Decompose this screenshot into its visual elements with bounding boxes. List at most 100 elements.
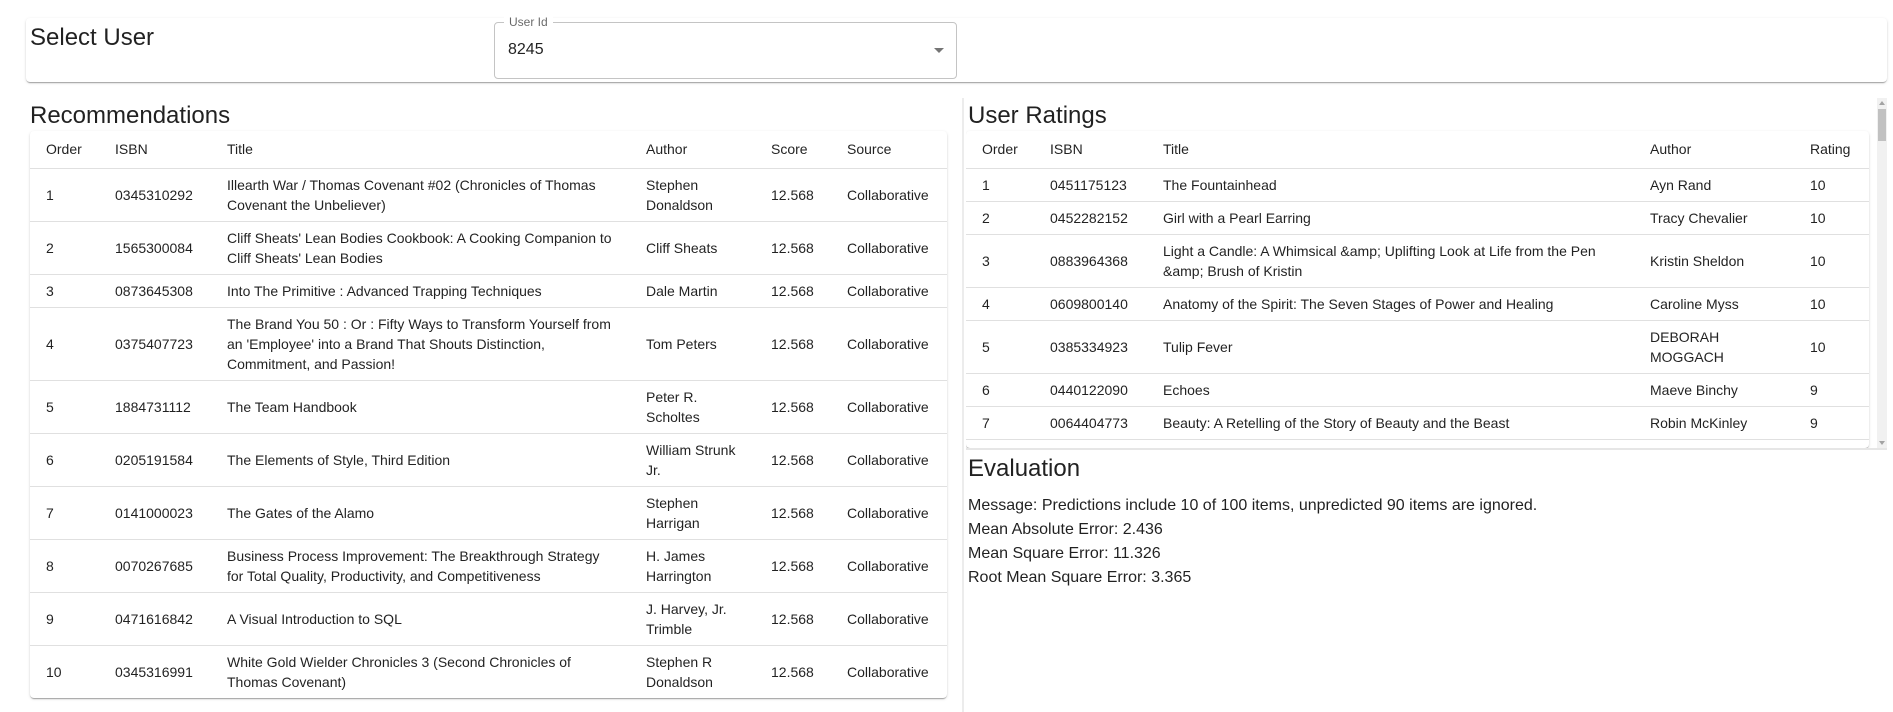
cell-source: Collaborative [831,645,947,698]
cell-order: 3 [966,234,1034,288]
table-row: 1 0345310292 Illearth War / Thomas Covenan… [30,168,947,222]
cell-score: 12.568 [755,539,831,593]
user-id-select[interactable]: User Id 8245 [494,15,957,79]
cell-isbn: 0452282152 [1034,201,1147,235]
table-row: 1 0451175123 The Fountainhead Ayn Rand 10 [966,168,1869,202]
cell-isbn: 1565300084 [99,221,211,275]
evaluation-title: Evaluation [968,455,1081,482]
table-row: 2 0452282152 Girl with a Pearl Earring Trac… [966,201,1869,235]
cell-source: Collaborative [831,307,947,381]
root-mean-square-error: Root Mean Square Error: 3.365 [968,569,1192,586]
cell-title: The Fountainhead [1147,168,1634,202]
cell-order: 8 [30,539,99,593]
cell-score: 12.568 [755,221,831,275]
cell-isbn: 0345316991 [99,645,211,698]
cell-order: 1 [30,168,99,222]
cell-author: DEBORAH MOGGACH [1634,320,1794,374]
cell-order: 6 [966,373,1034,407]
cell-order: 3 [30,274,99,308]
cell-source: Collaborative [831,539,947,593]
select-user-title: Select User [30,24,155,51]
cell-order: 9 [30,592,99,646]
recommendations-header-row: Order ISBN Title Author Score Source [30,131,947,169]
col-author: Author [1634,131,1794,169]
cell-isbn: 0609800140 [1034,287,1147,321]
cell-order: 5 [30,380,99,434]
col-author: Author [630,131,755,169]
scrollbar-thumb[interactable] [1878,109,1886,141]
panel-divider-vertical [962,98,964,712]
cell-title: Beauty: A Retelling of the Story of Beau… [1147,406,1634,440]
table-row: 4 0609800140 Anatomy of the Spirit: The Se… [966,287,1869,321]
chevron-down-icon[interactable] [934,48,944,53]
cell-title: White Gold Wielder Chronicles 3 (Second … [211,645,630,698]
scroll-down-icon[interactable] [1879,441,1885,445]
col-isbn: ISBN [99,131,211,169]
cell-rating: 10 [1794,201,1869,235]
cell-author: William Strunk Jr. [630,433,755,487]
cell-author: Dale Martin [630,274,755,308]
col-source: Source [831,131,947,169]
cell-isbn: 0064404773 [1034,406,1147,440]
cell-source: Collaborative [831,274,947,308]
cell-isbn: 0205191584 [99,433,211,487]
cell-source: Collaborative [831,433,947,487]
recommendations-table: Order ISBN Title Author Score Source 1 03… [30,131,947,698]
cell-score: 12.568 [755,486,831,540]
cell-order: 6 [30,433,99,487]
cell-rating: 10 [1794,287,1869,321]
mean-square-error: Mean Square Error: 11.326 [968,545,1161,562]
cell-rating: 9 [1794,373,1869,407]
col-order: Order [30,131,99,169]
cell-author: Cliff Sheats [630,221,755,275]
user-ratings-table: Order ISBN Title Author Rating 1 04511751… [966,131,1869,440]
ratings-scrollbar[interactable] [1877,98,1887,448]
cell-title: A Visual Introduction to SQL [211,592,630,646]
cell-isbn: 0873645308 [99,274,211,308]
evaluation-results: Message: Predictions include 10 of 100 i… [968,494,1537,590]
panel-divider [966,448,1887,450]
cell-author: Maeve Binchy [1634,373,1794,407]
cell-isbn: 0070267685 [99,539,211,593]
cell-score: 12.568 [755,380,831,434]
cell-order: 4 [30,307,99,381]
cell-order: 7 [30,486,99,540]
cell-title: Into The Primitive : Advanced Trapping T… [211,274,630,308]
cell-rating: 10 [1794,320,1869,374]
table-row: 5 0385334923 Tulip Fever DEBORAH MOGGACH 10 [966,320,1869,374]
table-row: 3 0873645308 Into The Primitive : Advanced… [30,274,947,308]
cell-author: Stephen R Donaldson [630,645,755,698]
table-row: 5 1884731112 The Team Handbook Peter R. Sch… [30,380,947,434]
table-row: 4 0375407723 The Brand You 50 : Or : Fifty… [30,307,947,381]
cell-author: Peter R. Scholtes [630,380,755,434]
cell-score: 12.568 [755,433,831,487]
user-id-label: User Id [504,15,553,29]
cell-title: Cliff Sheats' Lean Bodies Cookbook: A Co… [211,221,630,275]
ratings-header-row: Order ISBN Title Author Rating [966,131,1869,169]
cell-score: 12.568 [755,168,831,222]
mean-absolute-error: Mean Absolute Error: 2.436 [968,521,1163,538]
user-ratings-panel[interactable]: User Ratings Order ISBN Title Author Rat… [966,98,1887,448]
col-score: Score [755,131,831,169]
cell-title: Echoes [1147,373,1634,407]
cell-isbn: 0141000023 [99,486,211,540]
table-row: 10 0345316991 White Gold Wielder Chronicle… [30,645,947,698]
cell-rating: 10 [1794,168,1869,202]
cell-order: 5 [966,320,1034,374]
cell-order: 10 [30,645,99,698]
cell-title: Light a Candle: A Whimsical &amp; Uplift… [1147,234,1634,288]
cell-isbn: 0883964368 [1034,234,1147,288]
table-row: 6 0440122090 Echoes Maeve Binchy 9 [966,373,1869,407]
cell-isbn: 0385334923 [1034,320,1147,374]
table-row: 9 0471616842 A Visual Introduction to SQL J… [30,592,947,646]
table-row: 7 0064404773 Beauty: A Retelling of the St… [966,406,1869,440]
table-row: 6 0205191584 The Elements of Style, Third … [30,433,947,487]
cell-title: Illearth War / Thomas Covenant #02 (Chro… [211,168,630,222]
table-row: 3 0883964368 Light a Candle: A Whimsical &… [966,234,1869,288]
evaluation-message: Message: Predictions include 10 of 100 i… [968,497,1538,514]
scroll-up-icon[interactable] [1879,101,1885,105]
recommendations-title: Recommendations [30,102,231,129]
cell-author: Caroline Myss [1634,287,1794,321]
cell-isbn: 0451175123 [1034,168,1147,202]
cell-order: 2 [966,201,1034,235]
